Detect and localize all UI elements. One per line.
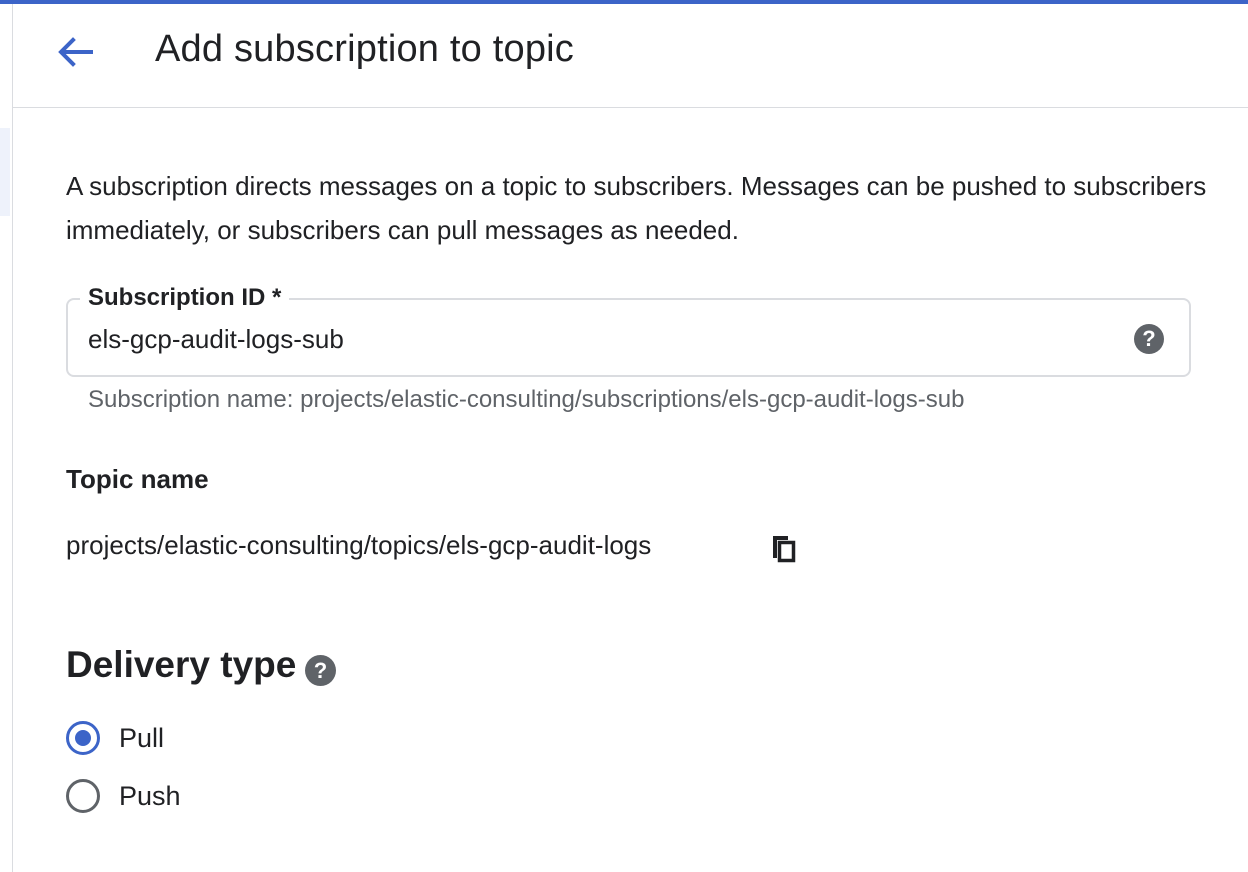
- topic-name-value: projects/elastic-consulting/topics/els-g…: [66, 530, 652, 560]
- radio-label-pull: Pull: [119, 722, 165, 753]
- delivery-option-pull[interactable]: Pull: [66, 718, 164, 758]
- description-text: A subscription directs messages on a top…: [66, 171, 1207, 245]
- subscription-id-input[interactable]: [88, 320, 1108, 358]
- radio-pull[interactable]: [66, 721, 100, 755]
- left-nav-highlight: [0, 128, 10, 216]
- help-icon[interactable]: ?: [1134, 324, 1164, 354]
- delivery-option-push[interactable]: Push: [66, 776, 181, 816]
- subscription-name-hint: Subscription name: projects/elastic-cons…: [88, 386, 965, 413]
- topic-name-label: Topic name: [66, 464, 209, 494]
- subscription-id-label: Subscription ID *: [80, 284, 290, 312]
- left-nav-divider: [12, 4, 13, 872]
- add-subscription-page: Add subscription to topic A subscription…: [0, 0, 1248, 872]
- help-icon[interactable]: ?: [305, 655, 336, 686]
- radio-push[interactable]: [66, 779, 100, 813]
- back-button[interactable]: [53, 30, 97, 74]
- arrow-left-icon: [58, 37, 93, 67]
- copy-button[interactable]: [764, 528, 804, 568]
- radio-label-push: Push: [119, 780, 181, 811]
- copy-icon: [773, 536, 796, 563]
- delivery-type-heading: Delivery type: [66, 644, 297, 685]
- page-title: Add subscription to topic: [155, 28, 575, 70]
